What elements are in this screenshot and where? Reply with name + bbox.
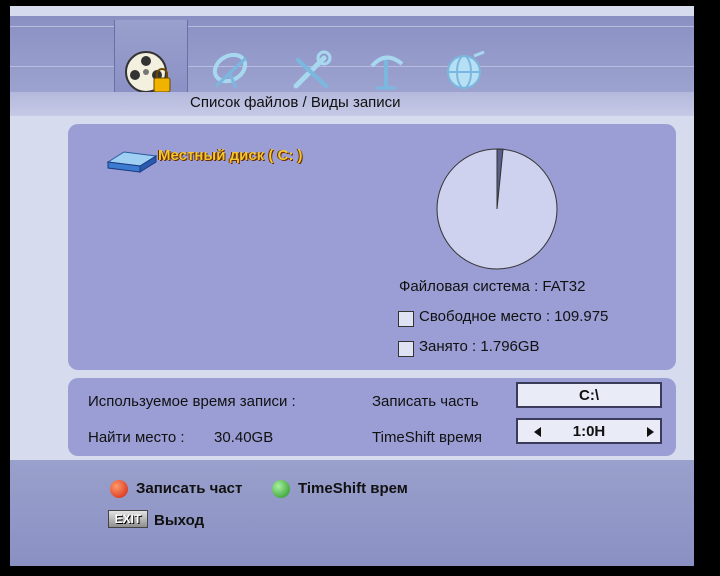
disk-usage-pie bbox=[436, 148, 558, 270]
used-time-label: Используемое время записи : bbox=[88, 393, 296, 410]
left-arrow-icon[interactable] bbox=[534, 427, 541, 437]
disk-label[interactable]: Местный диск ( C: ) bbox=[158, 147, 303, 164]
film-reel-lock-icon[interactable] bbox=[122, 48, 174, 96]
satellite-dish-icon[interactable] bbox=[206, 46, 258, 94]
timeshift-value: 1:0H bbox=[572, 422, 606, 440]
green-button-icon bbox=[272, 480, 290, 498]
hard-disk-icon bbox=[106, 151, 158, 173]
record-part-label: Записать часть bbox=[372, 393, 479, 410]
red-hint: Записать част bbox=[136, 480, 243, 497]
antenna-icon[interactable] bbox=[362, 46, 414, 94]
used-space-legend bbox=[398, 341, 414, 357]
timeshift-label: TimeShift время bbox=[372, 429, 483, 446]
tab-bar bbox=[10, 16, 694, 96]
used-space-text: Занято : 1.796GB bbox=[419, 338, 540, 355]
find-place-value: 30.40GB bbox=[214, 429, 274, 446]
free-space-text: Свободное место : 109.975 bbox=[419, 308, 609, 325]
screen: Список файлов / Виды записи Местный диск… bbox=[10, 6, 694, 566]
exit-hint: Выход bbox=[154, 512, 205, 529]
record-part-value: C:\ bbox=[579, 386, 599, 404]
page-title: Список файлов / Виды записи bbox=[190, 94, 401, 111]
find-place-label: Найти место : bbox=[88, 429, 185, 446]
file-system-text: Файловая система : FAT32 bbox=[399, 278, 586, 295]
red-button-icon bbox=[110, 480, 128, 498]
right-arrow-icon[interactable] bbox=[647, 427, 654, 437]
tools-icon[interactable] bbox=[286, 46, 338, 94]
free-space-legend bbox=[398, 311, 414, 327]
record-part-select[interactable]: C:\ bbox=[516, 382, 662, 408]
globe-icon[interactable] bbox=[440, 46, 492, 94]
timeshift-select[interactable]: 1:0H bbox=[516, 418, 662, 444]
green-hint: TimeShift врем bbox=[298, 480, 408, 497]
exit-button-icon: EXIT bbox=[108, 510, 148, 528]
